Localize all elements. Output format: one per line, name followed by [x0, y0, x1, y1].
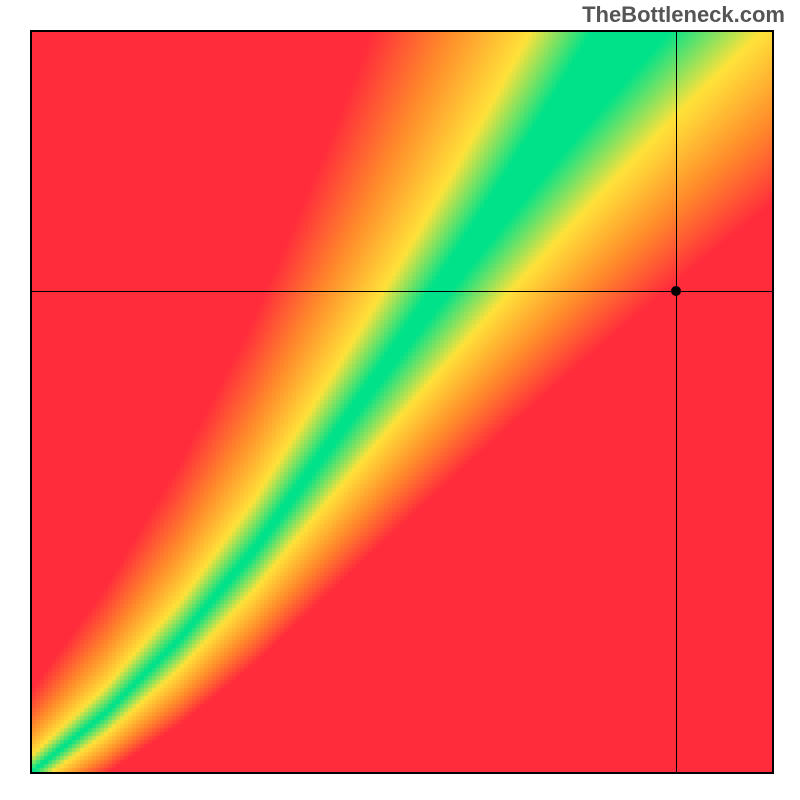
- watermark-text: TheBottleneck.com: [582, 2, 785, 28]
- heatmap-canvas: [32, 32, 772, 772]
- heatmap-plot-area: [30, 30, 774, 774]
- crosshair-dot: [671, 286, 681, 296]
- chart-container: TheBottleneck.com: [0, 0, 800, 800]
- crosshair-vertical: [676, 32, 677, 772]
- crosshair-horizontal: [32, 291, 772, 292]
